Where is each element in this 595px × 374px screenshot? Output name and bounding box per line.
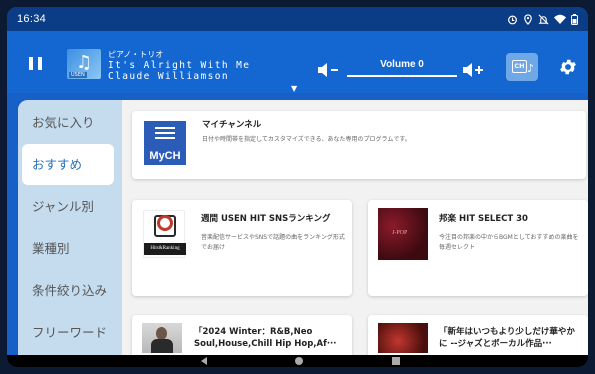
volume-up-icon[interactable]: [462, 63, 484, 77]
hits-ranking-card[interactable]: Hits&Ranking 週間 USEN HIT SNSランキング 音楽配信サー…: [132, 200, 352, 296]
jpop-select-image: J-POP: [378, 208, 428, 260]
volume-label: Volume 0: [380, 59, 424, 70]
volume-slider[interactable]: [347, 75, 457, 77]
recent-apps-icon[interactable]: [392, 357, 400, 365]
tablet-screen: 16:34 ♫ USEN ピアノ・トリオ It's Alright With M…: [7, 7, 588, 367]
jpop-select-card[interactable]: J-POP 邦楽 HIT SELECT 30 今注目の邦楽の中からBGMとしてお…: [368, 200, 588, 296]
jpop-title: 邦楽 HIT SELECT 30: [439, 214, 528, 224]
sidebar: お気に入り おすすめ ジャンル別 業種別 条件絞り込み フリーワード: [18, 100, 122, 355]
music-note-icon: ♫: [76, 52, 93, 73]
sidebar-item-freeword[interactable]: フリーワード: [22, 312, 114, 353]
track-thumbnail: ♫ USEN: [67, 49, 101, 79]
track-title: It's Alright With Me: [108, 60, 251, 71]
sidebar-item-genre[interactable]: ジャンル別: [22, 186, 114, 227]
mute-icon: [538, 14, 549, 24]
mych-logo-text: MyCH: [149, 150, 181, 162]
alarm-icon: [508, 15, 517, 24]
jpop-desc: 今注目の邦楽の中からBGMとしておすすめの楽曲を毎週セレクト: [439, 234, 579, 251]
status-bar: 16:34: [7, 7, 588, 31]
home-icon[interactable]: [295, 357, 303, 365]
winter-playlist-image: [142, 323, 182, 353]
content-area: お気に入り おすすめ ジャンル別 業種別 条件絞り込み フリーワード MyCH …: [18, 100, 588, 355]
pause-icon: [29, 57, 33, 70]
status-time: 16:34: [17, 13, 47, 25]
track-dropdown-icon[interactable]: ▼: [291, 84, 297, 93]
wifi-icon: [554, 14, 566, 24]
navigation-bar: [7, 355, 588, 367]
grid-icon: [155, 127, 175, 141]
winter-playlist-card[interactable]: 「2024 Winter：R&B,Neo Soul,House,Chill Hi…: [132, 315, 352, 355]
newyear-playlist-title: 「新年はいつもより少しだけ華やかに --ジャズとボーカル作品···: [439, 327, 575, 349]
gear-icon[interactable]: [558, 57, 578, 77]
newyear-playlist-card[interactable]: 「新年はいつもより少しだけ華やかに --ジャズとボーカル作品···: [368, 315, 588, 355]
channel-button[interactable]: CH ♪: [506, 53, 538, 81]
newyear-playlist-image: [378, 323, 428, 353]
volume-down-icon[interactable]: [317, 63, 339, 77]
status-icons: [507, 13, 578, 25]
hits-ranking-logo: Hits&Ranking: [143, 210, 186, 258]
battery-icon: [571, 13, 578, 25]
hits-desc: 音楽配信サービスやSNSで話題の曲をランキング形式でお届け: [201, 234, 345, 251]
player-bar: ♫ USEN ピアノ・トリオ It's Alright With Me Clau…: [7, 31, 588, 93]
mych-card[interactable]: MyCH マイチャンネル 日付や時間帯を指定してカスタマイズできる、あなた専用の…: [132, 111, 586, 179]
track-info[interactable]: ピアノ・トリオ It's Alright With Me Claude Will…: [108, 49, 250, 82]
hits-logo-text: Hits&Ranking: [144, 243, 186, 255]
hits-title: 週間 USEN HIT SNSランキング: [201, 214, 331, 224]
track-category: ピアノ・トリオ: [108, 50, 164, 59]
sidebar-item-recommended[interactable]: おすすめ: [22, 144, 114, 185]
winter-playlist-title: 「2024 Winter：R&B,Neo Soul,House,Chill Hi…: [194, 327, 337, 349]
back-icon[interactable]: [201, 357, 207, 365]
mych-desc: 日付や時間帯を指定してカスタマイズできる、あなた専用のプログラムです。: [202, 136, 411, 143]
pause-button[interactable]: [29, 57, 43, 70]
thumbnail-tag: USEN: [69, 72, 87, 78]
mych-logo: MyCH: [144, 121, 186, 165]
location-icon: [524, 13, 532, 25]
track-artist: Claude Williamson: [108, 71, 230, 82]
sidebar-item-filter[interactable]: 条件絞り込み: [22, 270, 114, 311]
sidebar-item-industry[interactable]: 業種別: [22, 228, 114, 269]
channel-icon: CH: [512, 60, 527, 73]
logo-circle: [157, 215, 173, 231]
mych-title: マイチャンネル: [202, 120, 262, 130]
sidebar-item-favorites[interactable]: お気に入り: [22, 102, 114, 143]
channel-note-icon: ♪: [527, 62, 535, 75]
